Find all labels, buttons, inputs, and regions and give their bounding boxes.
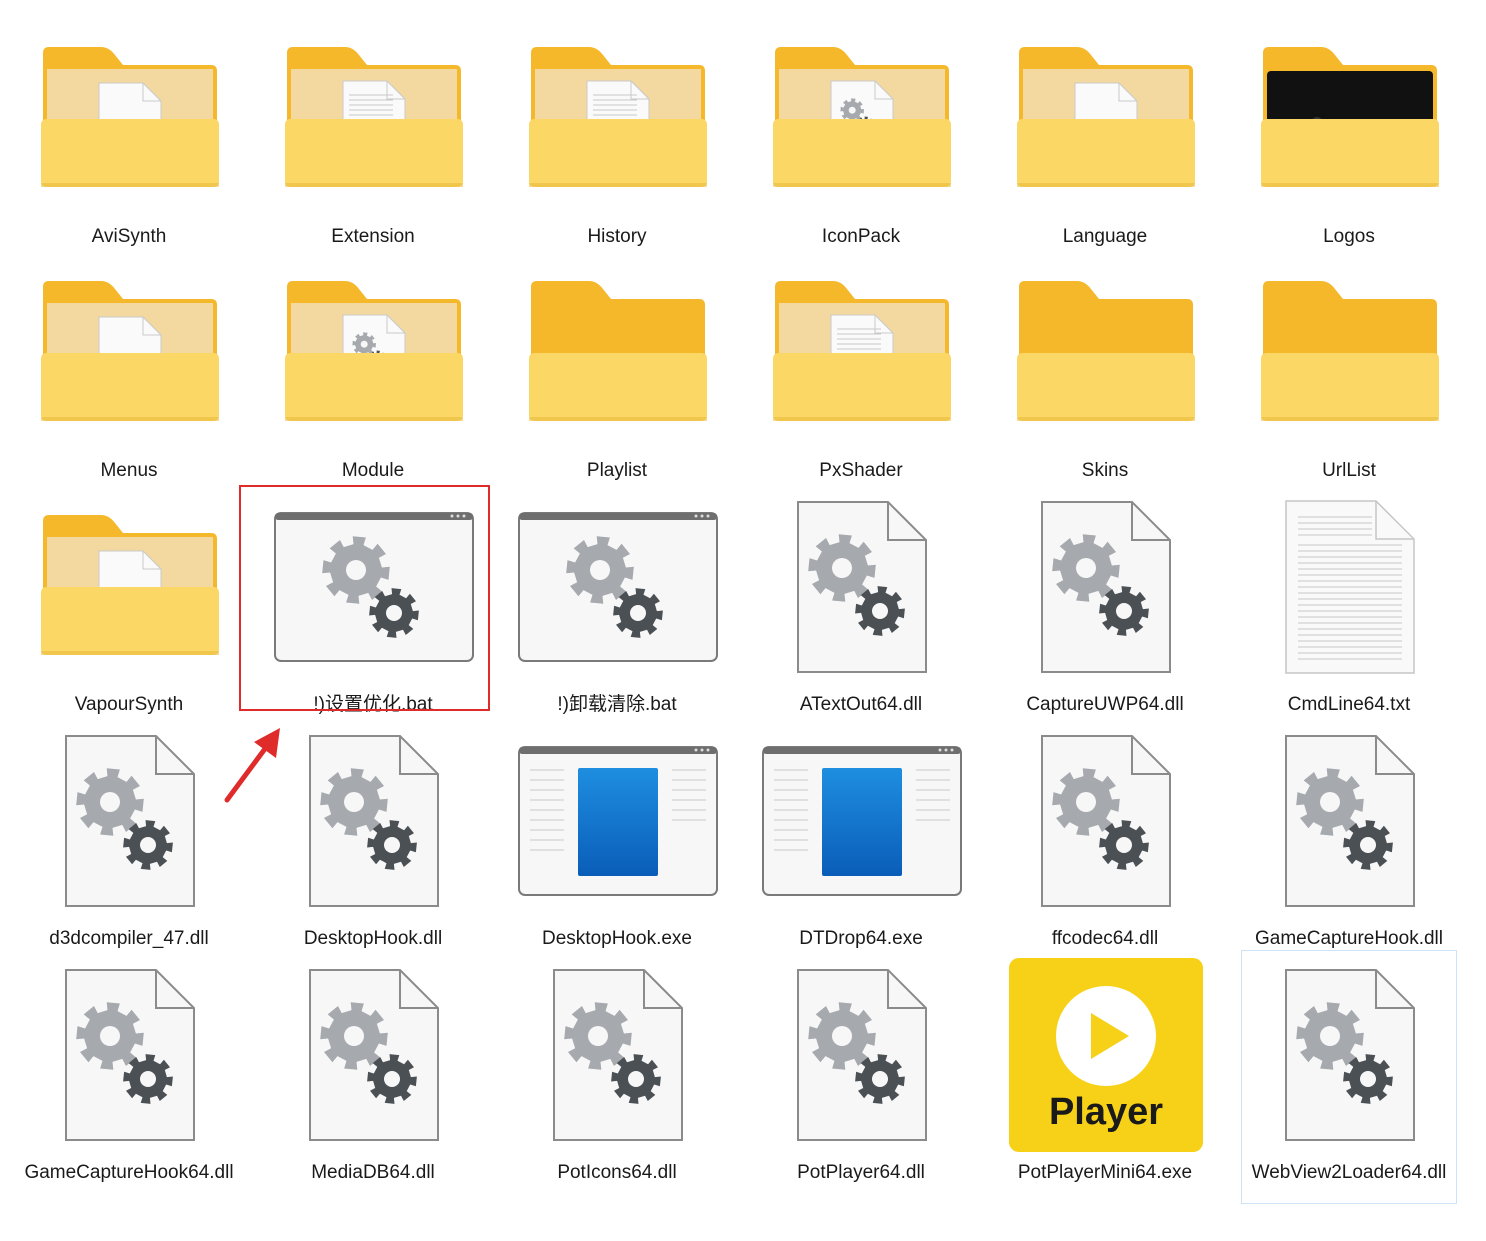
- file-item[interactable]: PxShader: [753, 258, 969, 492]
- file-item[interactable]: Skins: [997, 258, 1213, 492]
- dll-file-icon: [22, 727, 238, 915]
- file-item[interactable]: !)卸载清除.bat: [509, 492, 725, 726]
- file-name-label: WebView2Loader64.dll: [1251, 1162, 1447, 1183]
- file-item[interactable]: DesktopHook.dll: [265, 726, 481, 960]
- folder-lines-icon: [754, 259, 970, 447]
- file-item[interactable]: UrlList: [1241, 258, 1457, 492]
- file-item[interactable]: GameCaptureHook.dll: [1241, 726, 1457, 960]
- file-name-label: DesktopHook.dll: [303, 928, 443, 949]
- folder-gear-icon: [266, 259, 482, 447]
- app-window-icon: [754, 727, 970, 915]
- file-name-label: DesktopHook.exe: [542, 928, 692, 949]
- app-window-icon: [510, 727, 726, 915]
- folder-dark-icon: [1242, 25, 1458, 213]
- svg-text:Player: Player: [1049, 1091, 1163, 1133]
- dll-file-icon: [266, 727, 482, 915]
- folder-doc-icon: [998, 25, 1214, 213]
- file-item[interactable]: PotPlayer64.dll: [753, 960, 969, 1194]
- file-item[interactable]: DesktopHook.exe: [509, 726, 725, 960]
- file-item[interactable]: CmdLine64.txt: [1241, 492, 1457, 726]
- file-item[interactable]: Extension: [265, 24, 481, 258]
- file-name-label: GameCaptureHook64.dll: [24, 1162, 234, 1183]
- file-item[interactable]: ffcodec64.dll: [997, 726, 1213, 960]
- folder-gear-icon: [754, 25, 970, 213]
- file-name-label: !)卸载清除.bat: [557, 694, 677, 715]
- folder-doc-icon: [22, 259, 238, 447]
- file-item[interactable]: MediaDB64.dll: [265, 960, 481, 1194]
- file-name-label: IconPack: [821, 226, 901, 247]
- folder-lines-icon: [266, 25, 482, 213]
- batch-file-icon: [266, 493, 482, 681]
- folder-empty-icon: [1242, 259, 1458, 447]
- file-name-label: CmdLine64.txt: [1287, 694, 1411, 715]
- folder-doc-icon: [22, 493, 238, 681]
- file-name-label: Playlist: [586, 460, 648, 481]
- dll-file-icon: [754, 961, 970, 1149]
- file-name-label: !)设置优化.bat: [313, 694, 433, 715]
- file-item[interactable]: AviSynth: [21, 24, 237, 258]
- file-name-label: Module: [341, 460, 405, 481]
- file-item[interactable]: GameCaptureHook64.dll: [21, 960, 237, 1194]
- file-item[interactable]: d3dcompiler_47.dll: [21, 726, 237, 960]
- file-item[interactable]: Logos: [1241, 24, 1457, 258]
- file-name-label: CaptureUWP64.dll: [1026, 694, 1184, 715]
- file-name-label: d3dcompiler_47.dll: [49, 928, 209, 949]
- dll-file-icon: [510, 961, 726, 1149]
- dll-file-icon: [998, 727, 1214, 915]
- file-item[interactable]: Menus: [21, 258, 237, 492]
- folder-empty-icon: [998, 259, 1214, 447]
- file-name-label: VapourSynth: [74, 694, 184, 715]
- file-name-label: PxShader: [819, 460, 903, 481]
- file-item[interactable]: VapourSynth: [21, 492, 237, 726]
- file-name-label: PotPlayer64.dll: [797, 1162, 925, 1183]
- file-name-label: Extension: [331, 226, 415, 247]
- file-name-label: DTDrop64.exe: [799, 928, 923, 949]
- file-item[interactable]: Language: [997, 24, 1213, 258]
- file-name-label: ffcodec64.dll: [1051, 928, 1159, 949]
- file-name-label: MediaDB64.dll: [311, 1162, 435, 1183]
- file-item[interactable]: PotIcons64.dll: [509, 960, 725, 1194]
- dll-file-icon: [1242, 961, 1458, 1149]
- file-name-label: UrlList: [1322, 460, 1376, 481]
- file-name-label: PotPlayerMini64.exe: [1017, 1162, 1193, 1183]
- file-name-label: Menus: [100, 460, 158, 481]
- file-item[interactable]: CaptureUWP64.dll: [997, 492, 1213, 726]
- file-item[interactable]: ATextOut64.dll: [753, 492, 969, 726]
- folder-lines-icon: [510, 25, 726, 213]
- file-item[interactable]: History: [509, 24, 725, 258]
- dll-file-icon: [266, 961, 482, 1149]
- file-name-label: Logos: [1323, 226, 1375, 247]
- file-name-label: AviSynth: [91, 226, 167, 247]
- file-item[interactable]: Module: [265, 258, 481, 492]
- file-item[interactable]: Playlist: [509, 258, 725, 492]
- file-item[interactable]: WebView2Loader64.dll: [1241, 950, 1457, 1204]
- file-name-label: PotIcons64.dll: [557, 1162, 677, 1183]
- file-name-label: ATextOut64.dll: [799, 694, 923, 715]
- dll-file-icon: [22, 961, 238, 1149]
- batch-file-icon: [510, 493, 726, 681]
- file-name-label: GameCaptureHook.dll: [1255, 928, 1443, 949]
- potplayer-logo-icon: Player: [998, 958, 1214, 1152]
- text-file-icon: [1242, 493, 1458, 681]
- file-name-label: Language: [1062, 226, 1148, 247]
- file-item[interactable]: !)设置优化.bat: [265, 492, 481, 726]
- file-item[interactable]: DTDrop64.exe: [753, 726, 969, 960]
- dll-file-icon: [754, 493, 970, 681]
- folder-empty-icon: [510, 259, 726, 447]
- file-item[interactable]: IconPack: [753, 24, 969, 258]
- file-name-label: History: [587, 226, 647, 247]
- file-item[interactable]: Player PotPlayerMini64.exe: [997, 958, 1214, 1194]
- dll-file-icon: [998, 493, 1214, 681]
- dll-file-icon: [1242, 727, 1458, 915]
- file-grid: AviSynth Extension History IconPack Lang…: [0, 0, 1486, 1241]
- file-name-label: Skins: [1081, 460, 1129, 481]
- folder-doc-icon: [22, 25, 238, 213]
